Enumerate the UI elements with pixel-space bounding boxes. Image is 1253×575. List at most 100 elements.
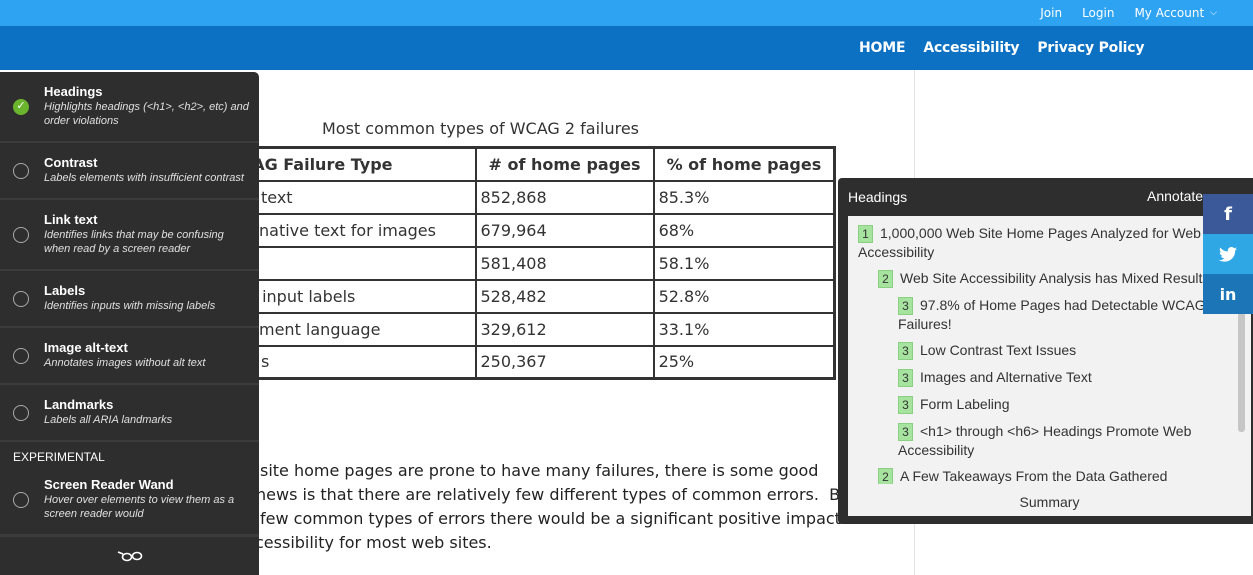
tool-description: Identifies inputs with missing labels [44, 300, 216, 312]
twitter-icon [1219, 246, 1237, 262]
tool-description: Hover over elements to view them as a sc… [44, 494, 235, 520]
headings-panel-title: Headings [848, 189, 908, 205]
tool-labels[interactable]: Labels Identifies inputs with missing la… [0, 271, 259, 328]
cell-percent: 25% [652, 344, 836, 380]
tool-title: Link text [44, 212, 98, 227]
article-line: cessibility for most web sites. [255, 533, 492, 552]
heading-item[interactable]: 2 Web Site Accessibility Analysis has Mix… [848, 269, 1236, 288]
radio-icon[interactable] [13, 348, 29, 364]
linkedin-share-button[interactable]: in [1203, 274, 1253, 314]
tool-description: Annotates images without alt text [44, 357, 206, 369]
heading-item[interactable]: 3 <h1> through <h6> Headings Promote Web … [848, 422, 1236, 459]
heading-text: Form Labeling [920, 396, 1010, 412]
header-percent: % of home pages [652, 146, 836, 182]
tool-title: Contrast [44, 155, 98, 170]
annotate-toggle[interactable]: Annotate [1147, 188, 1203, 204]
tool-link-text[interactable]: Link text Identifies links that may be c… [0, 200, 259, 271]
cell-percent: 52.8% [652, 278, 836, 314]
headings-list[interactable]: 1 1,000,000 Web Site Home Pages Analyzed … [848, 216, 1236, 484]
tool-contrast[interactable]: Contrast Labels elements with insufficie… [0, 143, 259, 200]
table-caption: Most common types of WCAG 2 failures [322, 119, 640, 138]
heading-item[interactable]: 3 Form Labeling [848, 395, 1236, 414]
heading-level-badge: 3 [898, 423, 913, 441]
tool-landmarks[interactable]: Landmarks Labels all ARIA landmarks [0, 385, 259, 442]
article-line: site home pages are prone to have many f… [260, 461, 819, 480]
facebook-icon: f [1224, 203, 1232, 225]
heading-text: Web Site Accessibility Analysis has Mixe… [900, 270, 1210, 286]
summary-button[interactable]: Summary [848, 488, 1251, 516]
radio-icon[interactable] [13, 492, 29, 508]
article-line: few common types of errors there would b… [260, 509, 841, 528]
radio-icon[interactable] [13, 291, 29, 307]
heading-level-badge: 3 [898, 297, 913, 315]
heading-item[interactable]: 3 Low Contrast Text Issues [848, 341, 1236, 360]
article-line: news is that there are relatively few di… [256, 485, 841, 504]
headings-scrollbar[interactable] [1238, 312, 1245, 432]
heading-level-badge: 3 [898, 369, 913, 387]
cell-percent: 58.1% [652, 245, 836, 281]
heading-text: 1,000,000 Web Site Home Pages Analyzed f… [858, 225, 1201, 260]
header-count: # of home pages [474, 146, 655, 182]
check-icon[interactable]: ✓ [13, 99, 29, 115]
linkedin-icon: in [1219, 284, 1237, 304]
glasses-icon[interactable] [117, 550, 143, 562]
heading-level-badge: 1 [858, 225, 873, 243]
tool-image-alt-text[interactable]: Image alt-text Annotates images without … [0, 328, 259, 385]
heading-item[interactable]: 3 Images and Alternative Text [848, 368, 1236, 387]
tools-footer [0, 535, 259, 575]
heading-level-badge: 3 [898, 396, 913, 414]
cell-percent: 33.1% [652, 311, 836, 347]
nav-privacy-policy[interactable]: Privacy Policy [1037, 40, 1144, 56]
login-link[interactable]: Login [1082, 6, 1114, 20]
facebook-share-button[interactable]: f [1203, 194, 1253, 234]
radio-icon[interactable] [13, 405, 29, 421]
accessibility-tools-panel: ✓ Headings Highlights headings (<h1>, <h… [0, 72, 259, 575]
nav-accessibility[interactable]: Accessibility [923, 40, 1019, 56]
tool-description: Identifies links that may be confusing w… [44, 229, 224, 255]
cell-count: 250,367 [474, 344, 655, 380]
cell-percent: 68% [652, 212, 836, 248]
heading-level-badge: 3 [898, 342, 913, 360]
tool-title: Landmarks [44, 397, 114, 412]
cell-count: 852,868 [474, 179, 655, 215]
tool-description: Highlights headings (<h1>, <h2>, etc) an… [44, 101, 249, 127]
tool-headings[interactable]: ✓ Headings Highlights headings (<h1>, <h… [0, 72, 259, 143]
heading-level-badge: 2 [878, 468, 893, 484]
cell-count: 679,964 [474, 212, 655, 248]
cell-percent: 85.3% [652, 179, 836, 215]
tool-screen-reader-wand[interactable]: Screen Reader Wand Hover over elements t… [0, 468, 259, 536]
cell-count: 329,612 [474, 311, 655, 347]
tool-title: Labels [44, 283, 86, 298]
headings-list-container: 1 1,000,000 Web Site Home Pages Analyzed … [848, 216, 1251, 516]
cell-count: 528,482 [474, 278, 655, 314]
heading-item[interactable]: 3 97.8% of Home Pages had Detectable WCAG… [848, 296, 1236, 333]
heading-item[interactable]: 2 A Few Takeaways From the Data Gathered [848, 467, 1236, 484]
cell-count: 581,408 [474, 245, 655, 281]
heading-text: 97.8% of Home Pages had Detectable WCAG … [898, 297, 1218, 332]
article-paragraph: site home pages are prone to have many f… [150, 459, 890, 555]
radio-icon[interactable] [13, 163, 29, 179]
heading-text: Images and Alternative Text [920, 369, 1092, 385]
headings-panel-header: Headings Annotate [838, 178, 1253, 216]
tool-description: Labels all ARIA landmarks [44, 414, 173, 426]
twitter-share-button[interactable] [1203, 234, 1253, 274]
headings-panel: Headings Annotate 1 1,000,000 Web Site Ho… [838, 178, 1253, 524]
heading-level-badge: 2 [878, 270, 893, 288]
tool-title: Headings [44, 84, 103, 99]
tool-description: Labels elements with insufficient contra… [44, 172, 244, 184]
my-account-menu[interactable]: My Account ⌵ [1134, 6, 1217, 20]
heading-text: A Few Takeaways From the Data Gathered [900, 468, 1168, 484]
tool-title: Screen Reader Wand [44, 477, 174, 492]
my-account-label: My Account [1134, 6, 1205, 20]
main-nav: HOME Accessibility Privacy Policy [0, 26, 1253, 70]
radio-icon[interactable] [13, 227, 29, 243]
top-utility-bar: Join Login My Account ⌵ [0, 0, 1253, 26]
join-link[interactable]: Join [1040, 6, 1062, 20]
experimental-section-label: EXPERIMENTAL [13, 450, 105, 464]
heading-item[interactable]: 1 1,000,000 Web Site Home Pages Analyzed … [848, 224, 1236, 261]
nav-home[interactable]: HOME [859, 40, 906, 56]
heading-text: <h1> through <h6> Headings Promote Web A… [898, 423, 1192, 458]
chevron-down-icon: ⌵ [1210, 8, 1217, 18]
social-share-bar: f in [1203, 194, 1253, 314]
heading-text: Low Contrast Text Issues [920, 342, 1077, 358]
